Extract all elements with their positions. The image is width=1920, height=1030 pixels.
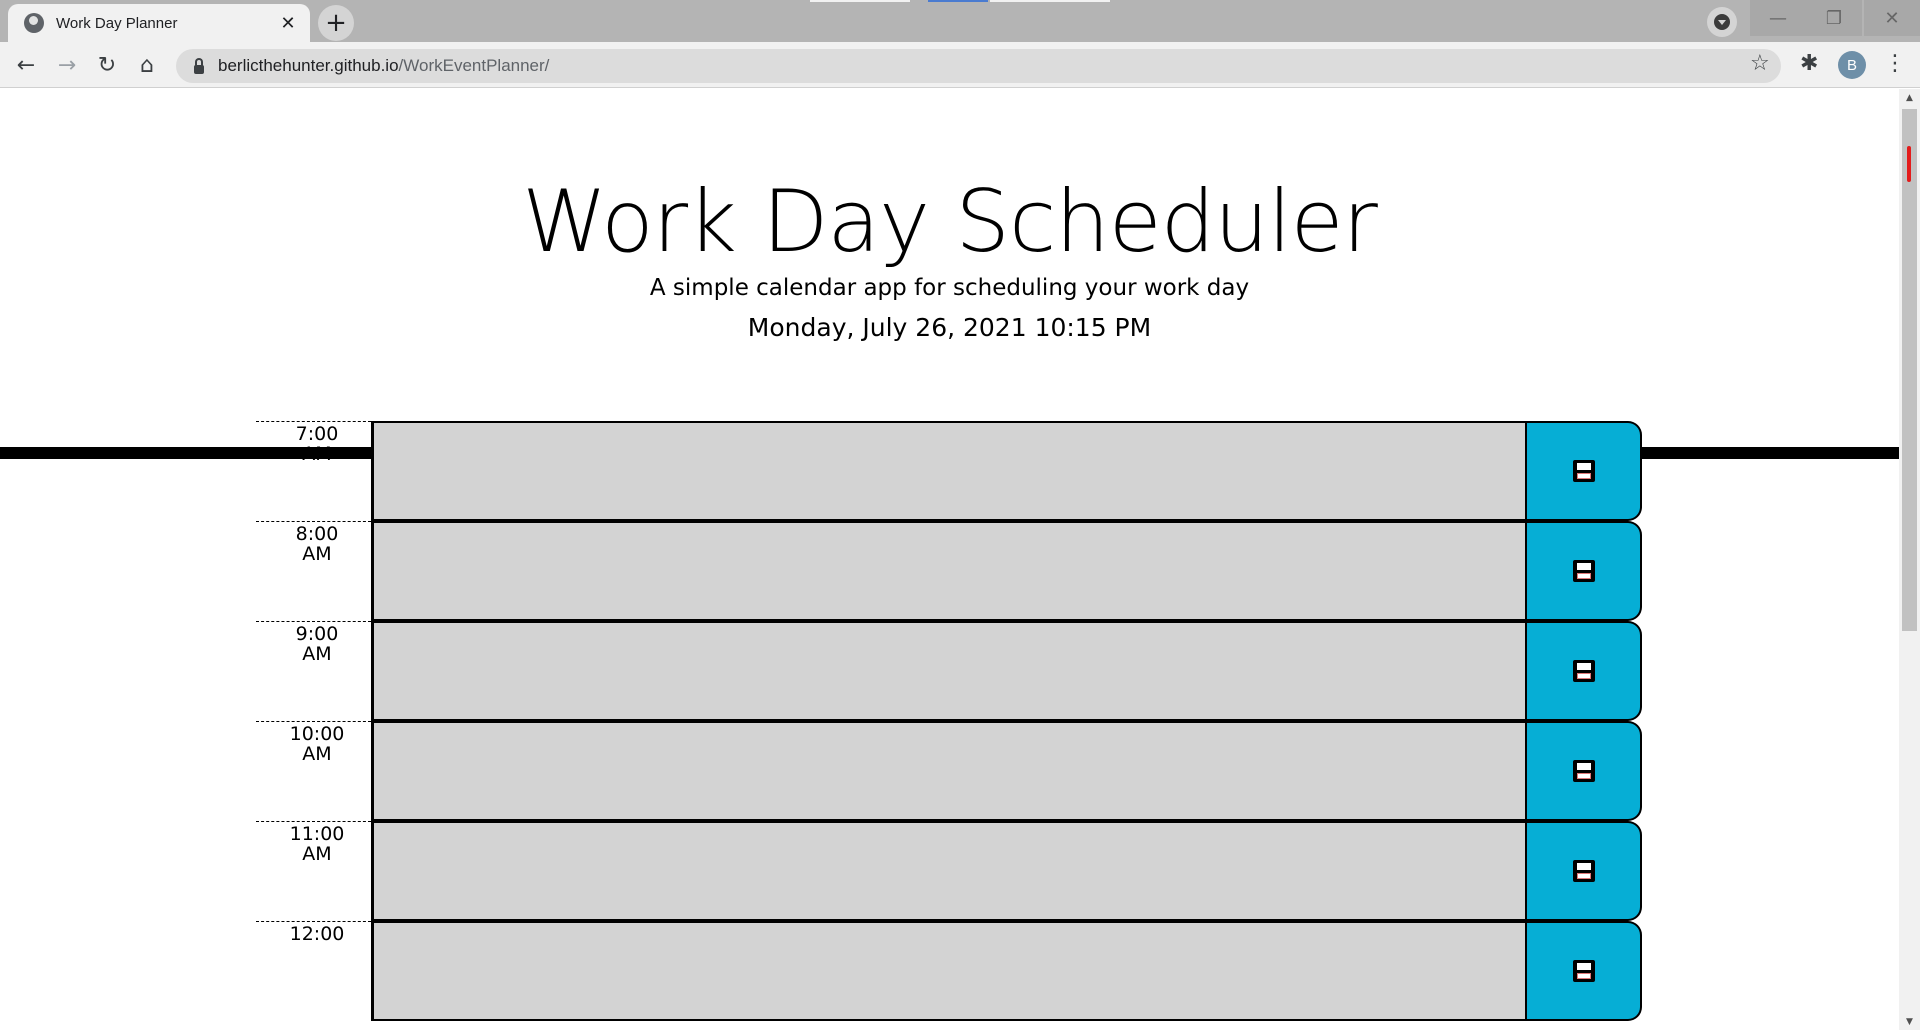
event-description-field[interactable] — [371, 521, 1526, 621]
floppy-disk-icon — [1572, 460, 1595, 482]
tabstrip-indicator — [810, 0, 910, 2]
event-description-field[interactable] — [371, 721, 1526, 821]
floppy-disk-icon — [1572, 760, 1595, 782]
event-description-field[interactable] — [371, 921, 1526, 1021]
star-icon[interactable]: ☆ — [1750, 51, 1770, 76]
hour-text: 12:00 — [289, 923, 345, 945]
hour-label: 8:00 AM — [256, 521, 371, 621]
time-block-row: 9:00 AM — [256, 621, 1642, 721]
reload-icon[interactable]: ↻ — [91, 49, 123, 81]
arrow-left-icon[interactable]: ← — [10, 49, 42, 81]
hour-label: 10:00 AM — [256, 721, 371, 821]
browser-toolbar: ← → ↻ ⌂ berlicthehunter.github.io/WorkEv… — [0, 42, 1920, 88]
tab-search-button[interactable] — [1707, 7, 1737, 37]
floppy-disk-icon — [1572, 860, 1595, 882]
scrollbar-thumb[interactable] — [1902, 109, 1917, 631]
url-text[interactable]: berlicthehunter.github.io/WorkEventPlann… — [218, 56, 549, 76]
timeblock-container: 7:00 AM 8:00 AM 9:00 AM 10:00 AM 11:00 A… — [256, 421, 1642, 1021]
avatar[interactable]: B — [1838, 51, 1866, 79]
time-block-row: 10:00 AM — [256, 721, 1642, 821]
floppy-disk-icon — [1572, 960, 1595, 982]
home-icon[interactable]: ⌂ — [131, 49, 163, 81]
time-block-row: 12:00 — [256, 921, 1642, 1021]
time-block-row: 11:00 AM — [256, 821, 1642, 921]
hour-text: 7:00 AM — [295, 423, 339, 465]
current-day: Monday, July 26, 2021 10:15 PM — [747, 313, 1152, 343]
url-host: berlicthehunter.github.io — [218, 56, 399, 75]
hour-text: 9:00 AM — [295, 623, 339, 665]
hour-label: 11:00 AM — [256, 821, 371, 921]
save-button[interactable] — [1526, 921, 1642, 1021]
tabstrip-indicator-active — [928, 0, 988, 2]
restore-window-button[interactable]: ❐ — [1806, 0, 1862, 36]
event-description-field[interactable] — [371, 621, 1526, 721]
time-block-row: 7:00 AM — [256, 421, 1642, 521]
hour-text: 11:00 AM — [289, 823, 345, 865]
arrow-right-icon[interactable]: → — [51, 49, 83, 81]
page-lead: A simple calendar app for scheduling you… — [649, 275, 1250, 302]
save-button[interactable] — [1526, 721, 1642, 821]
tab-title: Work Day Planner — [56, 14, 178, 32]
floppy-disk-icon — [1572, 560, 1595, 582]
tab-close-icon[interactable]: ✕ — [278, 13, 298, 34]
hour-label: 9:00 AM — [256, 621, 371, 721]
browser-tabstrip: Work Day Planner ✕ + — ❐ ✕ — [0, 0, 1920, 42]
tabstrip-indicator — [990, 0, 1110, 2]
kebab-icon[interactable]: ⋮ — [1884, 51, 1906, 76]
scroll-up-icon[interactable]: ▲ — [1899, 89, 1920, 106]
event-description-field[interactable] — [371, 821, 1526, 921]
hour-text: 10:00 AM — [289, 723, 345, 765]
address-bar[interactable]: berlicthehunter.github.io/WorkEventPlann… — [176, 49, 1781, 83]
lock-icon[interactable] — [194, 57, 204, 74]
scroll-position-marker — [1907, 146, 1911, 182]
new-tab-button[interactable]: + — [318, 5, 354, 41]
hour-text: 8:00 AM — [295, 523, 339, 565]
close-window-button[interactable]: ✕ — [1864, 0, 1920, 36]
page-title: Work Day Scheduler — [522, 172, 1378, 272]
floppy-disk-icon — [1572, 660, 1595, 682]
event-description-field[interactable] — [371, 421, 1526, 521]
scroll-down-icon[interactable]: ▼ — [1899, 1013, 1920, 1030]
hour-label: 12:00 — [256, 921, 371, 1021]
globe-icon — [24, 13, 44, 33]
page-scrollbar[interactable]: ▲ ▼ — [1899, 89, 1920, 1030]
save-button[interactable] — [1526, 521, 1642, 621]
browser-tab[interactable]: Work Day Planner ✕ — [8, 4, 310, 42]
minimize-window-button[interactable]: — — [1750, 0, 1806, 36]
chevron-down-icon — [1714, 14, 1730, 30]
url-path: /WorkEventPlanner/ — [398, 56, 550, 75]
save-button[interactable] — [1526, 621, 1642, 721]
puzzle-icon[interactable]: ✱ — [1800, 51, 1818, 76]
time-block-row: 8:00 AM — [256, 521, 1642, 621]
save-button[interactable] — [1526, 821, 1642, 921]
jumbotron: Work Day Scheduler A simple calendar app… — [0, 89, 1899, 459]
hour-label: 7:00 AM — [256, 421, 371, 521]
save-button[interactable] — [1526, 421, 1642, 521]
